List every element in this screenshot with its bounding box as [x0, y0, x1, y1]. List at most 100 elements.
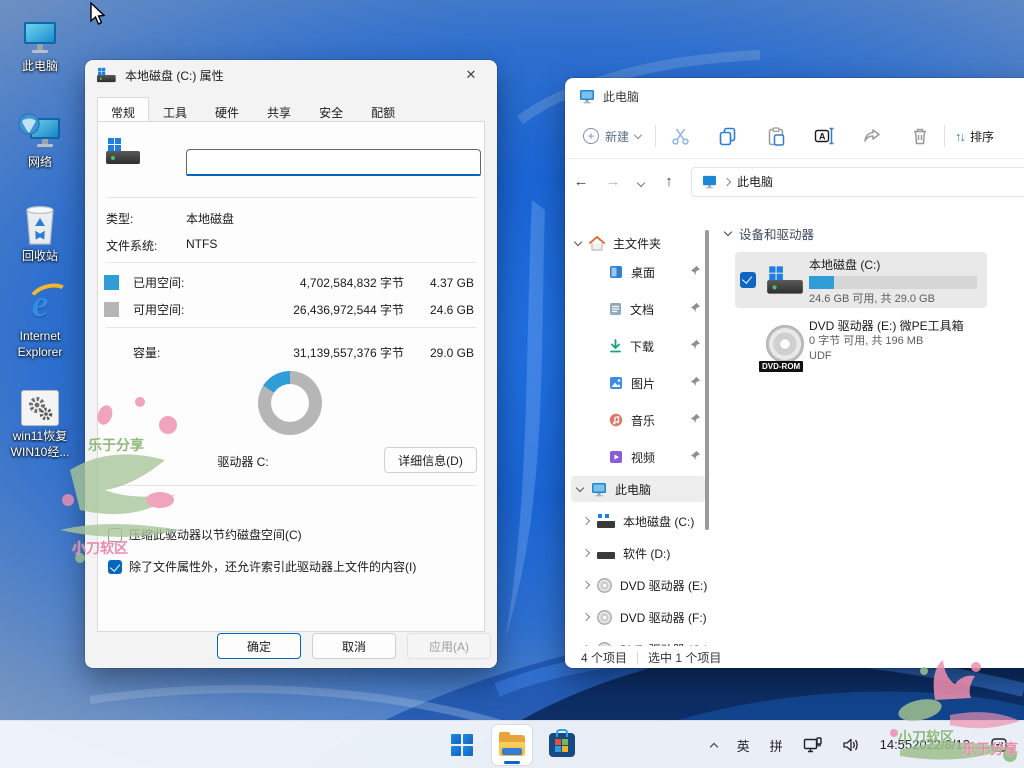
- free-bytes: 26,436,972,544 字节: [254, 301, 404, 318]
- system-tray: 英 拼 14:55 2022/8/12 zz: [703, 721, 1016, 768]
- close-button[interactable]: ✕: [451, 62, 491, 88]
- checkbox-checked[interactable]: [108, 560, 122, 574]
- notification-center-icon[interactable]: zz: [982, 725, 1016, 765]
- dialog-title: 本地磁盘 (C:) 属性: [125, 67, 224, 84]
- dvd-rom-badge: DVD-ROM: [759, 361, 803, 372]
- dialog-titlebar[interactable]: 本地磁盘 (C:) 属性: [85, 60, 497, 90]
- windows-logo-icon: [451, 734, 473, 756]
- chevron-down-icon[interactable]: [576, 483, 584, 491]
- taskbar-clock[interactable]: 14:55 2022/8/12: [872, 725, 978, 765]
- copy-icon: [719, 127, 737, 146]
- taskbar-microsoft-store[interactable]: [542, 725, 582, 765]
- rename-button[interactable]: A: [800, 118, 848, 154]
- capacity-gb: 29.0 GB: [404, 346, 474, 360]
- new-button[interactable]: + 新建: [565, 128, 655, 145]
- volume-label-input[interactable]: [186, 149, 481, 176]
- sidebar-item-desktop[interactable]: 桌面: [609, 259, 709, 285]
- forward-button[interactable]: →: [597, 173, 629, 190]
- internet-explorer-icon: e: [1, 282, 79, 326]
- sidebar-item-dvd-f[interactable]: DVD 驱动器 (F:): [583, 604, 711, 630]
- sidebar-label: 此电脑: [615, 481, 651, 498]
- recent-locations-button[interactable]: [629, 173, 653, 190]
- clipboard-icon: [768, 127, 785, 146]
- used-bytes: 4,702,584,832 字节: [254, 274, 404, 291]
- chevron-down-icon: [724, 228, 732, 236]
- apply-button[interactable]: 应用(A): [407, 633, 491, 659]
- chevron-right-icon[interactable]: [582, 517, 590, 525]
- explorer-titlebar[interactable]: 此电脑: [565, 78, 653, 114]
- delete-button[interactable]: [896, 118, 944, 154]
- trash-icon: [912, 127, 928, 145]
- back-button[interactable]: ←: [565, 173, 597, 190]
- sidebar-item-drive-c[interactable]: 本地磁盘 (C:): [583, 508, 711, 534]
- sidebar-item-pictures[interactable]: 图片: [609, 370, 709, 396]
- sidebar-label: DVD 驱动器 (E:): [620, 577, 707, 594]
- sidebar-item-drive-d[interactable]: 软件 (D:): [583, 540, 711, 566]
- hidden-icons-button[interactable]: [703, 725, 725, 765]
- taskbar-file-explorer[interactable]: [492, 725, 532, 765]
- ime-pinyin-indicator[interactable]: 拼: [762, 725, 791, 765]
- index-checkbox-row[interactable]: 除了文件属性外，还允许索引此驱动器上文件的内容(I): [108, 558, 416, 575]
- desktop: 此电脑 网络 回收站 e Internet Explorer win11恢复 W…: [0, 0, 1024, 768]
- sidebar-item-documents[interactable]: 文档: [609, 296, 709, 322]
- sidebar-label: 本地磁盘 (C:): [623, 513, 694, 530]
- chevron-right-icon[interactable]: [582, 549, 590, 557]
- this-pc-icon: [702, 175, 717, 189]
- checkbox-unchecked[interactable]: [108, 528, 122, 542]
- pin-icon: [690, 376, 701, 390]
- desktop-icon-win11-restore[interactable]: win11恢复 WIN10经...: [1, 382, 79, 460]
- breadcrumb-location[interactable]: 此电脑: [737, 173, 773, 190]
- share-button[interactable]: [848, 118, 896, 154]
- desktop-icon-label: 网络: [1, 155, 79, 171]
- pin-icon: [690, 302, 701, 316]
- up-button[interactable]: ↑: [653, 173, 685, 190]
- selected-checkbox[interactable]: [740, 272, 756, 288]
- chevron-right-icon[interactable]: [582, 581, 590, 589]
- file-item-local-disk-c[interactable]: 本地磁盘 (C:) 24.6 GB 可用, 共 29.0 GB: [735, 252, 987, 308]
- rename-icon: A: [814, 127, 835, 145]
- copy-button[interactable]: [704, 118, 752, 154]
- clock-date: 2022/8/12: [912, 738, 970, 752]
- compress-checkbox-row[interactable]: 压缩此驱动器以节约磁盘空间(C): [108, 526, 302, 543]
- volume-icon[interactable]: [834, 725, 868, 765]
- sidebar-item-videos[interactable]: 视频: [609, 444, 709, 470]
- pin-icon: [690, 450, 701, 464]
- capacity-row: 容量: 31,139,557,376 字节 29.0 GB: [104, 344, 474, 361]
- sidebar-item-dvd-g[interactable]: DVD 驱动器 (G:): [583, 636, 711, 646]
- cut-button[interactable]: [656, 118, 704, 154]
- desktop-icon-internet-explorer[interactable]: e Internet Explorer: [1, 282, 79, 360]
- file-item-dvd-e[interactable]: DVD-ROM DVD 驱动器 (E:) 微PE工具箱 0 字节 可用, 共 1…: [735, 316, 987, 372]
- drive-info: 0 字节 可用, 共 196 MB: [809, 334, 964, 349]
- chevron-down-icon[interactable]: [574, 237, 582, 245]
- sidebar-item-music[interactable]: 音乐: [609, 407, 709, 433]
- details-button[interactable]: 详细信息(D): [384, 447, 477, 473]
- clock-time: 14:55: [880, 738, 913, 752]
- desktop-icon-recycle-bin[interactable]: 回收站: [1, 202, 79, 265]
- paste-button[interactable]: [752, 118, 800, 154]
- network-icon[interactable]: [795, 725, 830, 765]
- address-breadcrumb[interactable]: 此电脑: [691, 167, 1024, 197]
- sidebar-item-downloads[interactable]: 下载: [609, 333, 709, 359]
- group-header-devices[interactable]: 设备和驱动器: [725, 224, 814, 243]
- drive-letter-label: 驱动器 C:: [98, 453, 388, 470]
- capacity-bar-fill: [809, 276, 834, 289]
- ime-language-indicator[interactable]: 英: [729, 725, 758, 765]
- this-pc-icon: [579, 89, 595, 104]
- sidebar-item-this-pc[interactable]: 此电脑: [571, 476, 705, 502]
- chevron-right-icon[interactable]: [582, 613, 590, 621]
- desktop-icon-network[interactable]: 网络: [1, 108, 79, 171]
- ok-button[interactable]: 确定: [217, 633, 301, 659]
- sort-button[interactable]: ↑↓ 排序: [945, 128, 1004, 145]
- pin-icon: [690, 413, 701, 427]
- desktop-icon-this-pc[interactable]: 此电脑: [1, 12, 79, 75]
- cancel-button[interactable]: 取消: [312, 633, 396, 659]
- type-row: 类型: 本地磁盘: [106, 210, 474, 227]
- sidebar-item-dvd-e[interactable]: DVD 驱动器 (E:): [583, 572, 711, 598]
- sidebar-item-home[interactable]: 主文件夹: [575, 230, 705, 256]
- used-gb: 4.37 GB: [404, 276, 474, 290]
- drive-name: 本地磁盘 (C:): [809, 257, 977, 273]
- sidebar-scrollbar[interactable]: [705, 230, 709, 530]
- start-button[interactable]: [442, 725, 482, 765]
- chevron-right-icon: [723, 177, 731, 185]
- sort-label: 排序: [970, 128, 994, 145]
